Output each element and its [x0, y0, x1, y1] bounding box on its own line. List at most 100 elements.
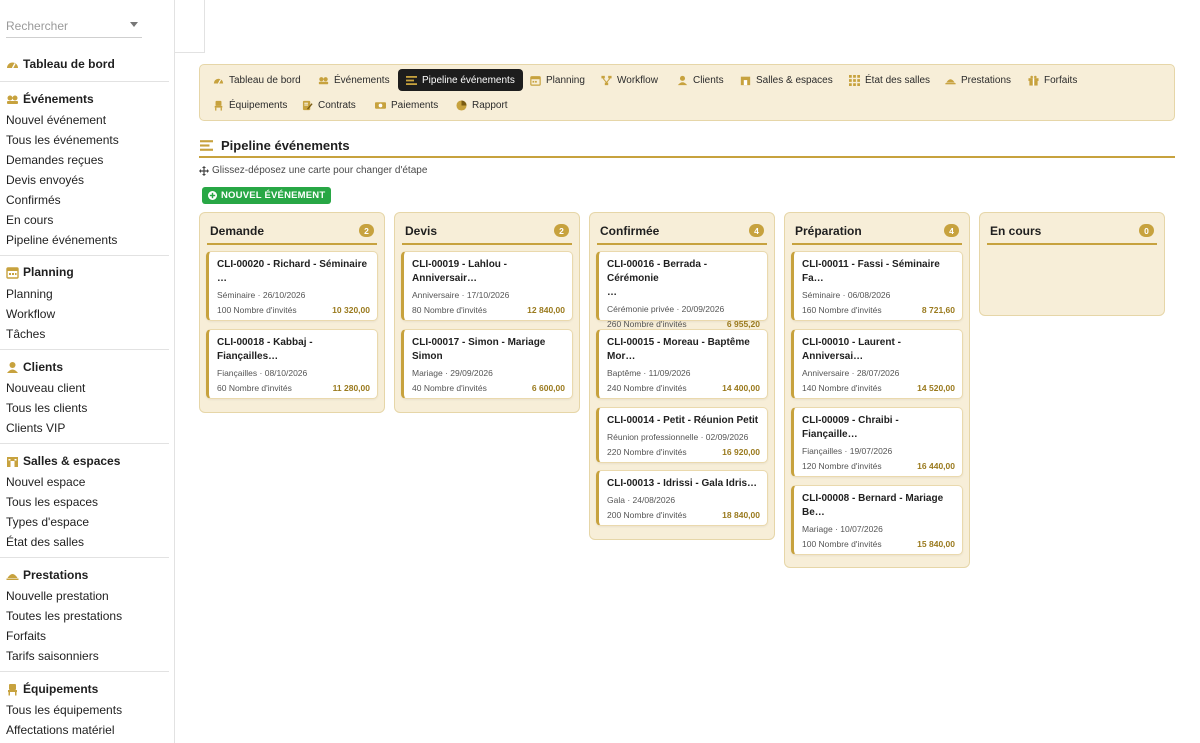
sidebar-item-all-clients[interactable]: Tous les clients — [6, 401, 87, 415]
tab-rooms[interactable]: Salles & espaces — [732, 69, 841, 91]
tab-contracts[interactable]: Contrats — [294, 94, 364, 116]
card-footer: 220 Nombre d'invités 16 920,00 — [607, 447, 760, 457]
pipeline-column-confirmee[interactable]: Confirmée 4 CLI-00016 - Berrada - Cérémo… — [589, 212, 775, 540]
column-count-badge: 4 — [749, 224, 764, 237]
column-count-badge: 2 — [554, 224, 569, 237]
sidebar-item-packages[interactable]: Forfaits — [6, 629, 46, 643]
card-title: CLI-00014 - Petit - Réunion Petit — [607, 415, 759, 426]
tab-services[interactable]: Prestations — [937, 69, 1019, 91]
event-card[interactable]: CLI-00014 - Petit - Réunion Petit Réunio… — [596, 407, 768, 463]
tab-events[interactable]: Événements — [310, 69, 398, 91]
sidebar-item-new-service[interactable]: Nouvelle prestation — [6, 589, 109, 603]
tab-packages[interactable]: Forfaits — [1020, 69, 1085, 91]
sidebar-dashboard[interactable]: Tableau de bord — [6, 57, 115, 71]
tab-pipeline[interactable]: Pipeline événements — [398, 69, 523, 91]
calendar-icon — [6, 266, 19, 279]
pipeline-column-en-cours[interactable]: En cours 0 — [979, 212, 1165, 316]
event-card[interactable]: CLI-00010 - Laurent - Anniversai… Anniver… — [791, 329, 963, 399]
sidebar-item-planning[interactable]: Planning — [6, 287, 53, 301]
sidebar-item-room-status[interactable]: État des salles — [6, 535, 84, 549]
sidebar-item-workflow[interactable]: Workflow — [6, 307, 55, 321]
calendar-icon — [530, 75, 541, 86]
card-title: CLI-00019 - Lahlou - Anniversair… — [412, 259, 508, 284]
module-tab-bar: Tableau de bord Événements Pipeline évén… — [199, 64, 1175, 121]
card-footer: 240 Nombre d'invités 14 400,00 — [607, 383, 760, 393]
card-meta: Fiançailles · 19/07/2026 — [802, 446, 893, 456]
drag-hint: Glissez-déposez une carte pour changer d… — [199, 165, 427, 176]
tab-payments[interactable]: Paiements — [367, 94, 446, 116]
sidebar-item-tasks[interactable]: Tâches — [6, 327, 45, 341]
column-header: Devis 2 — [402, 218, 572, 245]
sidebar-item-all-events[interactable]: Tous les événements — [6, 133, 119, 147]
event-card[interactable]: CLI-00008 - Bernard - Mariage Be… Mariage… — [791, 485, 963, 555]
card-footer: 120 Nombre d'invités 16 440,00 — [802, 461, 955, 471]
column-title: Préparation — [795, 223, 862, 238]
sidebar-item-space-types[interactable]: Types d'espace — [6, 515, 89, 529]
user-icon — [6, 361, 19, 374]
card-meta: Mariage · 29/09/2026 — [412, 368, 493, 378]
service-icon — [945, 75, 956, 86]
tab-room-status[interactable]: État des salles — [841, 69, 938, 91]
tab-workflow[interactable]: Workflow — [593, 69, 666, 91]
sidebar-item-seasonal-rates[interactable]: Tarifs saisonniers — [6, 649, 99, 663]
event-card[interactable]: CLI-00016 - Berrada - Cérémonie… Cérémon… — [596, 251, 768, 329]
card-amount: 11 280,00 — [332, 383, 370, 393]
sidebar-item-all-services[interactable]: Toutes les prestations — [6, 609, 122, 623]
plus-circle-icon — [208, 191, 217, 200]
divider — [0, 81, 169, 82]
event-card[interactable]: CLI-00019 - Lahlou - Anniversair… Anniver… — [401, 251, 573, 321]
sidebar-item-new-client[interactable]: Nouveau client — [6, 381, 85, 395]
chevron-down-icon[interactable] — [130, 22, 138, 27]
event-card[interactable]: CLI-00020 - Richard - Séminaire… Séminai… — [206, 251, 378, 321]
event-card[interactable]: CLI-00017 - Simon - Mariage Simon Mariage… — [401, 329, 573, 399]
sidebar-item-vip-clients[interactable]: Clients VIP — [6, 421, 65, 435]
sidebar-item-all-equipment[interactable]: Tous les équipements — [6, 703, 122, 717]
sidebar-item-all-spaces[interactable]: Tous les espaces — [6, 495, 98, 509]
event-card[interactable]: CLI-00015 - Moreau - Baptême Mor… Baptême… — [596, 329, 768, 399]
column-header: En cours 0 — [987, 218, 1157, 245]
card-footer: 100 Nombre d'invités 10 320,00 — [217, 305, 370, 315]
divider — [0, 671, 169, 672]
chair-icon — [6, 683, 19, 696]
sidebar-item-new-space[interactable]: Nouvel espace — [6, 475, 85, 489]
card-title: CLI-00015 - Moreau - Baptême Mor… — [607, 337, 750, 362]
sidebar-section-rooms: Salles & espaces — [6, 454, 120, 468]
event-card[interactable]: CLI-00013 - Idrissi - Gala Idris… Gala ·… — [596, 470, 768, 526]
money-icon — [375, 100, 386, 111]
sidebar-item-quotes[interactable]: Devis envoyés — [6, 173, 84, 187]
new-event-button[interactable]: NOUVEL ÉVÉNEMENT — [202, 187, 332, 204]
event-card[interactable]: CLI-00009 - Chraibi - Fiançaille… Fiançai… — [791, 407, 963, 477]
sidebar-item-new-event[interactable]: Nouvel événement — [6, 113, 106, 127]
sidebar-item-requests[interactable]: Demandes reçues — [6, 153, 103, 167]
tab-dashboard[interactable]: Tableau de bord — [205, 69, 309, 91]
search-box[interactable] — [6, 16, 142, 38]
event-card[interactable]: CLI-00018 - Kabbaj - Fiançailles… Fiançai… — [206, 329, 378, 399]
event-card[interactable]: CLI-00011 - Fassi - Séminaire Fa… Séminai… — [791, 251, 963, 321]
pipeline-column-preparation[interactable]: Préparation 4 CLI-00011 - Fassi - Sémina… — [784, 212, 970, 568]
pipeline-column-demande[interactable]: Demande 2 CLI-00020 - Richard - Séminair… — [199, 212, 385, 413]
card-footer: 60 Nombre d'invités 11 280,00 — [217, 383, 370, 393]
tab-planning[interactable]: Planning — [522, 69, 593, 91]
topbar-corner — [175, 0, 205, 53]
card-amount: 14 520,00 — [917, 383, 955, 393]
card-title: CLI-00018 - Kabbaj - Fiançailles… — [217, 337, 313, 362]
tab-clients[interactable]: Clients — [669, 69, 732, 91]
pipeline-column-devis[interactable]: Devis 2 CLI-00019 - Lahlou - Anniversair…… — [394, 212, 580, 413]
card-meta: Fiançailles · 08/10/2026 — [217, 368, 308, 378]
sidebar-item-equipment-assignments[interactable]: Affectations matériel — [6, 723, 115, 737]
sidebar-item-pipeline[interactable]: Pipeline événements — [6, 233, 117, 247]
tab-report[interactable]: Rapport — [448, 94, 516, 116]
card-title: CLI-00016 - Berrada - Cérémonie… — [607, 259, 708, 298]
column-count-badge: 0 — [1139, 224, 1154, 237]
dashboard-icon — [213, 75, 224, 86]
card-title: CLI-00009 - Chraibi - Fiançaille… — [802, 415, 899, 440]
card-footer: 40 Nombre d'invités 6 600,00 — [412, 383, 565, 393]
card-meta: Anniversaire · 17/10/2026 — [412, 290, 510, 300]
sidebar-item-confirmed[interactable]: Confirmés — [6, 193, 61, 207]
column-count-badge: 2 — [359, 224, 374, 237]
contract-icon — [302, 100, 313, 111]
sidebar-item-in-progress[interactable]: En cours — [6, 213, 53, 227]
tab-equipment[interactable]: Équipements — [205, 94, 295, 116]
search-input[interactable] — [6, 16, 124, 36]
chair-icon — [213, 100, 224, 111]
